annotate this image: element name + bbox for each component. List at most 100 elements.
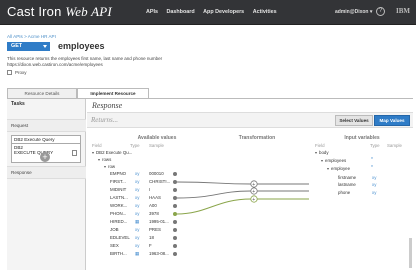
- nav-dashboard[interactable]: Dashboard: [166, 9, 194, 15]
- tree-node-rows[interactable]: rows: [98, 157, 111, 162]
- chevron-down-icon: ▾: [369, 9, 373, 15]
- input-node-employees[interactable]: employees: [321, 158, 346, 163]
- brand-main: Cast Iron: [7, 4, 62, 19]
- available-col-type: Type: [130, 143, 140, 148]
- proxy-option: Proxy: [7, 70, 27, 76]
- field-birthdate[interactable]: BIRTH...: [110, 251, 127, 256]
- trash-icon[interactable]: [72, 150, 77, 156]
- expand-icon[interactable]: [315, 151, 317, 154]
- response-title: Response: [92, 101, 123, 110]
- sample-value: 18: [149, 235, 154, 240]
- add-task-button[interactable]: +: [40, 152, 50, 162]
- response-panel: Response Returns... Select Values Map Va…: [87, 99, 413, 270]
- proxy-checkbox[interactable]: [7, 70, 12, 76]
- available-values-heading: Available values: [137, 135, 177, 141]
- resource-description: This resource returns the employees firs…: [7, 56, 162, 68]
- input-node-employee[interactable]: employee: [327, 166, 350, 171]
- connector-line-active: [177, 198, 252, 215]
- user-menu[interactable]: admin@Dixon ▾: [335, 9, 372, 15]
- transform-node-plus: +: [252, 182, 255, 188]
- transformation-heading: Transformation: [238, 135, 276, 141]
- nav-apis[interactable]: APIs: [146, 9, 158, 15]
- calendar-type-icon: ▦: [135, 251, 140, 256]
- connector-dot[interactable]: [173, 236, 177, 240]
- expand-icon[interactable]: [92, 151, 94, 154]
- input-node-body[interactable]: body: [315, 150, 329, 155]
- tree-node-row[interactable]: row: [104, 164, 115, 169]
- sample-value: PRES: [149, 227, 161, 232]
- app-brand[interactable]: Cast Iron Web API: [7, 4, 112, 20]
- available-col-field: Field: [92, 143, 102, 148]
- string-type-icon: xy: [135, 227, 140, 232]
- string-type-icon: xy: [372, 190, 377, 195]
- repeating-icon: *: [371, 165, 373, 171]
- user-name: admin@Dixon: [335, 9, 369, 15]
- task-request[interactable]: Request: [7, 119, 86, 132]
- sample-value: 1995-01...: [149, 219, 169, 224]
- input-variables-heading: Input variables: [344, 135, 380, 141]
- sample-value: A00: [149, 203, 157, 208]
- method-select[interactable]: GET: [7, 42, 50, 51]
- resource-url: https://dixon.web.castiron.com/acme/empl…: [7, 62, 103, 67]
- field-phoneno[interactable]: PHON...: [110, 211, 126, 216]
- input-field-firstname[interactable]: firstname: [338, 175, 356, 180]
- input-field-lastname[interactable]: lastname: [338, 182, 356, 187]
- string-type-icon: xy: [135, 179, 140, 184]
- input-col-sample: Sample: [387, 143, 402, 148]
- field-sex[interactable]: SEX: [110, 243, 119, 248]
- expand-icon[interactable]: [321, 159, 323, 162]
- method-label: GET: [11, 43, 23, 49]
- tasks-panel: Tasks Request DB2 Execute Query DB2 EXEC…: [7, 99, 86, 270]
- response-toolbar: Returns... Select Values Map Values: [87, 112, 413, 128]
- sample-value: I: [149, 187, 151, 192]
- field-hiredate[interactable]: HIRED...: [110, 219, 127, 224]
- field-job[interactable]: JOB: [110, 227, 119, 232]
- sample-value: CHRISTI...: [149, 179, 171, 184]
- connector-dot[interactable]: [173, 228, 177, 232]
- field-empno[interactable]: EMPNO: [110, 171, 126, 176]
- map-values-button[interactable]: Map Values: [374, 115, 410, 126]
- tab-resource-details[interactable]: Resource Details: [7, 88, 77, 98]
- tasks-title: Tasks: [11, 101, 25, 107]
- connector-dot[interactable]: [173, 244, 177, 248]
- sample-value: 1963-08...: [149, 251, 169, 256]
- help-icon[interactable]: ?: [376, 7, 385, 16]
- connector-line: [177, 190, 252, 199]
- string-type-icon: xy: [135, 195, 140, 200]
- field-midinit[interactable]: MIDINIT: [110, 187, 126, 192]
- string-type-icon: xy: [135, 171, 140, 176]
- field-workdept[interactable]: WORK...: [110, 203, 127, 208]
- expand-icon[interactable]: [104, 165, 106, 168]
- string-type-icon: xy: [135, 211, 140, 216]
- task-response[interactable]: Response: [7, 166, 86, 179]
- tree-node-db2-execute[interactable]: DB2 Execute Qu...: [92, 150, 132, 155]
- field-firstnme[interactable]: FIRST...: [110, 179, 126, 184]
- transformation-connectors: + + +: [177, 180, 309, 215]
- input-field-phone[interactable]: phone: [338, 190, 350, 195]
- sample-value: 3978: [149, 211, 159, 216]
- select-values-button[interactable]: Select Values: [335, 115, 373, 126]
- string-type-icon: xy: [135, 187, 140, 192]
- nav-app-developers[interactable]: App Developers: [203, 9, 244, 15]
- string-type-icon: xy: [135, 243, 140, 248]
- string-type-icon: xy: [135, 203, 140, 208]
- transform-node-plus: +: [252, 197, 255, 203]
- string-type-icon: xy: [372, 175, 377, 180]
- breadcrumb[interactable]: All APIs > Acme HR API: [7, 34, 56, 39]
- expand-icon[interactable]: [327, 167, 329, 170]
- expand-icon[interactable]: [98, 158, 100, 161]
- returns-label: Returns...: [91, 116, 119, 124]
- nav-activities[interactable]: Activities: [253, 9, 277, 15]
- resource-name: employees: [58, 41, 105, 51]
- connector-dot[interactable]: [173, 252, 177, 256]
- proxy-label: Proxy: [15, 70, 27, 75]
- chevron-down-icon: [43, 45, 47, 48]
- scrollbar[interactable]: [409, 238, 412, 268]
- top-bar: Cast Iron Web API APIs Dashboard App Dev…: [0, 0, 416, 25]
- field-lastname[interactable]: LASTN...: [110, 195, 128, 200]
- ibm-logo: IBM: [396, 7, 410, 15]
- string-type-icon: xy: [135, 235, 140, 240]
- connector-dot[interactable]: [173, 220, 177, 224]
- field-edlevel[interactable]: EDLEVEL: [110, 235, 130, 240]
- brand-italic: Web API: [65, 4, 112, 19]
